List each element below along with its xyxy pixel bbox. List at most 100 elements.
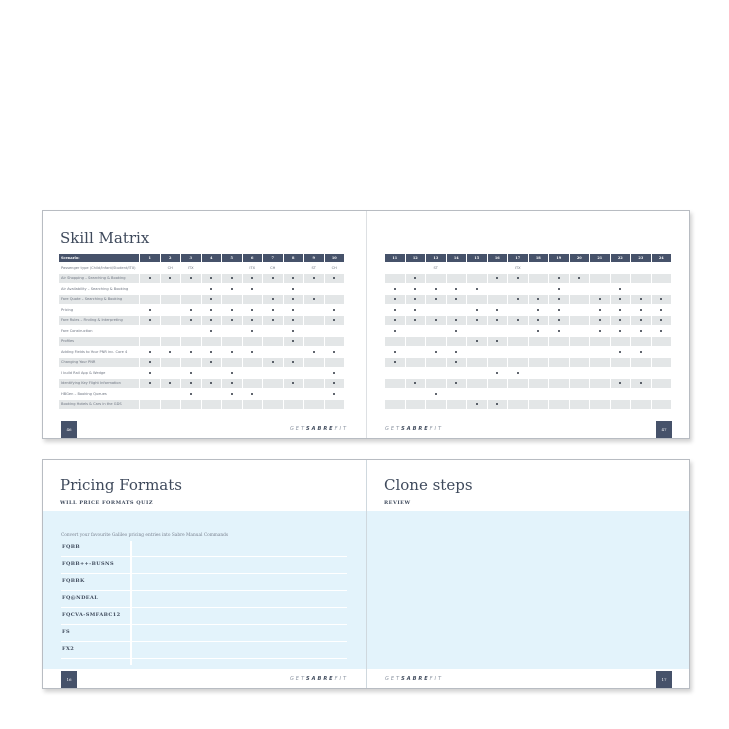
cell [140,305,160,315]
dot-icon [271,277,274,280]
cell [549,315,569,325]
skill-row [385,399,671,409]
cell [283,336,303,346]
dot-icon [455,329,458,332]
dot-icon [251,392,254,395]
page-title: Skill Matrix [60,229,150,247]
dot-icon [619,298,622,301]
cell [467,347,487,357]
dot-icon [148,382,151,385]
cell [304,273,324,283]
cell [488,284,508,294]
dot-icon [455,350,458,353]
cell [140,347,160,357]
cell [488,305,508,315]
cell [467,378,487,388]
quiz-row[interactable]: FQBBK [61,575,347,591]
cell [242,336,262,346]
cell [140,273,160,283]
dot-icon [414,277,417,280]
dot-icon [230,350,233,353]
cell [161,305,181,315]
cell [488,263,508,273]
cell [467,305,487,315]
dot-icon [516,371,519,374]
dot-icon [292,277,295,280]
dot-icon [639,382,642,385]
column-header: 21 [590,254,610,262]
dot-icon [169,350,172,353]
cell [284,368,304,378]
cell [631,294,651,304]
cell [426,357,446,367]
dot-icon [496,371,499,374]
cell [181,368,201,378]
dot-icon [475,287,478,290]
quiz-row[interactable]: FQCVA-SMFABC12 [61,609,347,625]
cell [181,326,201,336]
cell [160,273,180,283]
cell [243,389,263,399]
cell [284,263,304,273]
cell [201,357,221,367]
cell [181,315,201,325]
quiz-row[interactable]: FQ@NDEAL [61,592,347,608]
cell [283,378,303,388]
cell [631,357,651,367]
dot-icon [598,329,601,332]
cell [487,273,507,283]
dot-icon [230,319,233,322]
cell [467,389,487,399]
skill-row [385,368,671,378]
quiz-row[interactable]: FQBB++-BUSNS [61,558,347,574]
dot-icon [455,298,458,301]
cell [385,368,405,378]
quiz-row[interactable]: FS [61,626,347,642]
cell [549,294,569,304]
cell [508,389,528,399]
cell [569,315,589,325]
dot-icon [230,287,233,290]
cell [529,326,549,336]
cell [549,263,569,273]
cell [304,284,324,294]
cell [405,357,425,367]
dot-icon [414,287,417,290]
skill-row: HBGen – Booking Queues [59,389,344,399]
quiz-row[interactable]: FQBB [61,541,347,557]
cell [202,326,222,336]
cell [284,326,304,336]
cell [447,284,467,294]
dot-icon [169,277,172,280]
cell [161,347,181,357]
column-header: 20 [569,254,589,262]
cell [325,347,345,357]
brand-logo: GETSABREFIT [385,676,444,682]
brand-logo: GETSABREFIT [289,676,348,682]
cell [590,336,610,346]
cell [284,347,304,357]
cell [263,399,283,409]
cell [529,347,549,357]
dot-icon [619,308,622,311]
cell-text: CH [270,265,276,270]
dot-icon [148,319,151,322]
cell [590,315,610,325]
dot-icon [598,298,601,301]
cell [447,326,467,336]
cell [446,273,466,283]
cell [283,357,303,367]
quiz-row[interactable]: FX2 [61,643,347,659]
cell [528,378,548,388]
cell [201,336,221,346]
dot-icon [639,329,642,332]
skill-label: Fare Quote – Searching & Booking [59,294,139,304]
cell [611,263,631,273]
cell [405,336,425,346]
cell [569,378,589,388]
cell [590,294,610,304]
dot-icon [475,403,478,406]
cell [222,294,242,304]
skill-row [385,315,671,325]
page-17: Clone steps REVIEW GETSABREFIT 17 [367,460,690,688]
